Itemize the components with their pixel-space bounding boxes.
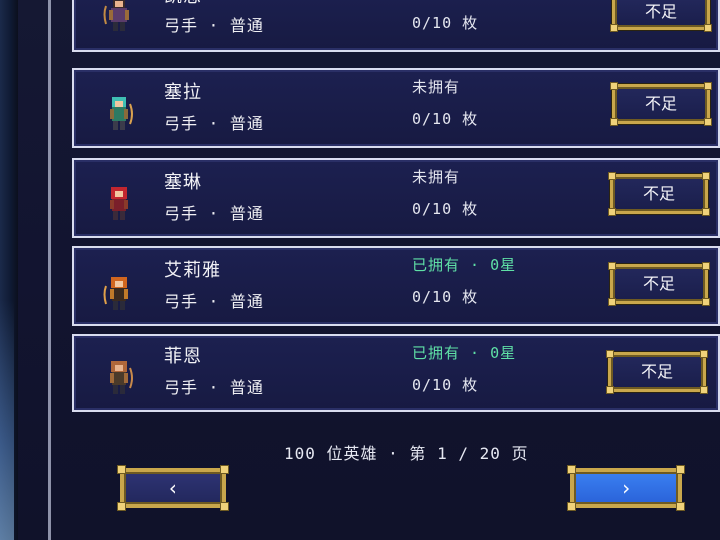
hero-card[interactable]: 塞琳 弓手 · 普通 未拥有 0/10 枚 不足 — [72, 158, 720, 238]
hero-status: 未拥有 — [412, 168, 461, 186]
summon-button-label: 不足 — [644, 2, 677, 21]
frame-corner-icon — [567, 502, 576, 511]
summon-button[interactable]: 不足 — [606, 350, 708, 394]
hero-name: 凯恩 — [164, 0, 202, 8]
hero-name: 艾莉雅 — [164, 260, 221, 281]
pagination-info: 100 位英雄 · 第 1 / 20 页 — [284, 444, 529, 463]
hero-avatar-icon — [110, 361, 133, 394]
frame-corner-icon — [676, 502, 685, 511]
summon-button[interactable]: 不足 — [608, 172, 710, 216]
hero-card[interactable]: 凯恩 弓手 · 普通 0/10 枚 不足 — [72, 0, 720, 52]
hero-avatar-icon — [103, 277, 128, 310]
hero-name: 菲恩 — [164, 346, 202, 367]
summon-button[interactable]: 不足 — [610, 0, 712, 32]
frame-corner-icon — [117, 465, 126, 474]
frame-corner-icon — [606, 350, 614, 358]
frame-corner-icon — [702, 208, 710, 216]
hero-card[interactable]: 艾莉雅 弓手 · 普通 已拥有 · 0星 0/10 枚 不足 — [72, 246, 720, 326]
summon-button-label: 不足 — [644, 94, 677, 113]
frame-corner-icon — [610, 82, 618, 90]
hero-status: 已拥有 · 0星 — [412, 344, 517, 362]
summon-button-label: 不足 — [642, 184, 675, 203]
hero-shard-count: 0/10 枚 — [412, 376, 479, 394]
hero-class: 弓手 · 普通 — [164, 16, 264, 35]
hero-shard-count: 0/10 枚 — [412, 110, 479, 128]
frame-corner-icon — [220, 465, 229, 474]
hero-avatar-icon — [103, 0, 129, 31]
frame-corner-icon — [606, 386, 614, 394]
frame-corner-icon — [702, 298, 710, 306]
frame-corner-icon — [702, 262, 710, 270]
frame-corner-icon — [567, 465, 576, 474]
hero-name: 塞拉 — [164, 82, 202, 103]
frame-corner-icon — [704, 82, 712, 90]
hero-avatar-icon — [110, 187, 128, 220]
hero-shard-count: 0/10 枚 — [412, 200, 479, 218]
hero-class: 弓手 · 普通 — [164, 114, 264, 133]
prev-page-button[interactable]: ‹ — [117, 465, 229, 511]
hero-name: 塞琳 — [164, 172, 202, 193]
frame-corner-icon — [117, 502, 126, 511]
hero-status: 已拥有 · 0星 — [412, 256, 517, 274]
hero-class: 弓手 · 普通 — [164, 378, 264, 397]
hero-avatar-icon — [110, 97, 133, 130]
frame-corner-icon — [704, 118, 712, 126]
summon-button[interactable]: 不足 — [610, 82, 712, 126]
frame-corner-icon — [610, 24, 618, 32]
frame-corner-icon — [608, 172, 616, 180]
frame-corner-icon — [608, 208, 616, 216]
hero-status: 未拥有 — [412, 78, 461, 96]
next-page-button[interactable]: › — [567, 465, 685, 511]
frame-corner-icon — [610, 118, 618, 126]
frame-corner-icon — [220, 502, 229, 511]
hero-card[interactable]: 塞拉 弓手 · 普通 未拥有 0/10 枚 不足 — [72, 68, 720, 148]
frame-corner-icon — [700, 350, 708, 358]
frame-corner-icon — [608, 298, 616, 306]
frame-corner-icon — [676, 465, 685, 474]
chevron-left-icon: ‹ — [166, 476, 180, 500]
frame-corner-icon — [704, 24, 712, 32]
frame-corner-icon — [700, 386, 708, 394]
hero-shard-count: 0/10 枚 — [412, 288, 479, 306]
chevron-right-icon: › — [619, 476, 633, 500]
frame-corner-icon — [702, 172, 710, 180]
hero-class: 弓手 · 普通 — [164, 204, 264, 223]
summon-button-label: 不足 — [640, 362, 673, 381]
frame-corner-icon — [608, 262, 616, 270]
hero-card[interactable]: 菲恩 弓手 · 普通 已拥有 · 0星 0/10 枚 不足 — [72, 334, 720, 412]
summon-button[interactable]: 不足 — [608, 262, 710, 306]
summon-button-label: 不足 — [642, 274, 675, 293]
screen-glare — [0, 300, 14, 540]
hero-shard-count: 0/10 枚 — [412, 14, 479, 32]
hero-class: 弓手 · 普通 — [164, 292, 264, 311]
panel-left-border — [48, 0, 51, 540]
